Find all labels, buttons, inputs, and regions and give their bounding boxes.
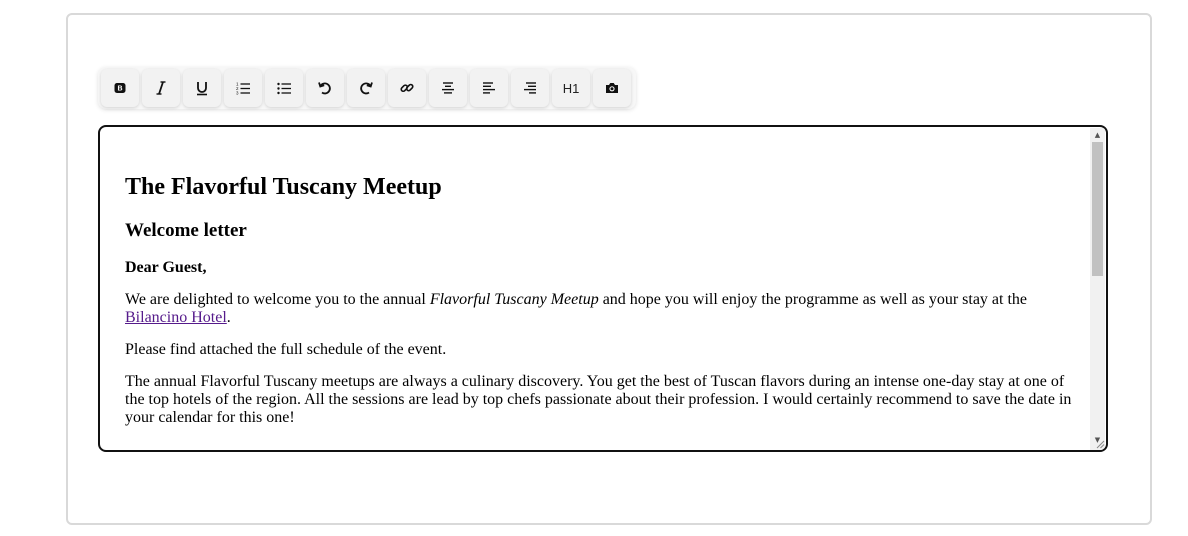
align-right-button[interactable] bbox=[511, 69, 549, 107]
underline-button[interactable] bbox=[183, 69, 221, 107]
italic-button[interactable] bbox=[142, 69, 180, 107]
heading-1-button[interactable]: H1 bbox=[552, 69, 590, 107]
bullet-list-button[interactable] bbox=[265, 69, 303, 107]
paragraph-welcome: We are delighted to welcome you to the a… bbox=[125, 291, 1076, 327]
vertical-scrollbar[interactable]: ▲ ▼ bbox=[1090, 128, 1105, 450]
align-left-icon bbox=[483, 82, 495, 94]
bold-button[interactable]: B bbox=[101, 69, 139, 107]
align-left-button[interactable] bbox=[470, 69, 508, 107]
paragraph-text: We are delighted to welcome you to the a… bbox=[125, 291, 430, 308]
editor-content[interactable]: The Flavorful Tuscany Meetup Welcome let… bbox=[125, 127, 1076, 450]
ordered-list-icon: 1 2 3 bbox=[236, 82, 250, 96]
paragraph-text: and hope you will enjoy the programme as… bbox=[598, 291, 1028, 308]
paragraph-text: . bbox=[226, 309, 231, 326]
svg-text:B: B bbox=[117, 86, 122, 93]
resize-grip-icon[interactable] bbox=[1095, 439, 1105, 449]
rich-text-editor[interactable]: The Flavorful Tuscany Meetup Welcome let… bbox=[98, 125, 1108, 452]
redo-icon bbox=[360, 82, 373, 95]
underline-icon bbox=[197, 82, 207, 96]
camera-icon bbox=[606, 83, 618, 93]
paragraph-schedule: Please find attached the full schedule o… bbox=[125, 341, 447, 358]
align-right-icon bbox=[524, 82, 536, 94]
undo-button[interactable] bbox=[306, 69, 344, 107]
paragraph-description: The annual Flavorful Tuscany meetups are… bbox=[125, 373, 1072, 426]
insert-image-button[interactable] bbox=[593, 69, 631, 107]
align-center-button[interactable] bbox=[429, 69, 467, 107]
event-name-emphasis: Flavorful Tuscany Meetup bbox=[429, 291, 599, 308]
redo-button[interactable] bbox=[347, 69, 385, 107]
greeting: Dear Guest, bbox=[125, 259, 207, 276]
link-icon bbox=[400, 83, 414, 93]
heading-icon: H1 bbox=[562, 80, 580, 96]
formatting-toolbar: B 1 2 3 H1 bbox=[98, 67, 636, 109]
document-subtitle: Welcome letter bbox=[125, 220, 247, 241]
ordered-list-button[interactable]: 1 2 3 bbox=[224, 69, 262, 107]
svg-text:3: 3 bbox=[236, 91, 239, 96]
hotel-link[interactable]: Bilancino Hotel bbox=[125, 309, 227, 326]
scroll-up-arrow-icon[interactable]: ▲ bbox=[1090, 128, 1105, 142]
scrollbar-thumb[interactable] bbox=[1092, 142, 1103, 276]
document-title: The Flavorful Tuscany Meetup bbox=[125, 174, 442, 200]
align-center-icon bbox=[442, 82, 454, 94]
italic-icon bbox=[156, 81, 166, 95]
bullet-list-icon bbox=[277, 82, 291, 95]
bold-icon: B bbox=[114, 83, 126, 93]
link-button[interactable] bbox=[388, 69, 426, 107]
undo-icon bbox=[318, 82, 331, 95]
